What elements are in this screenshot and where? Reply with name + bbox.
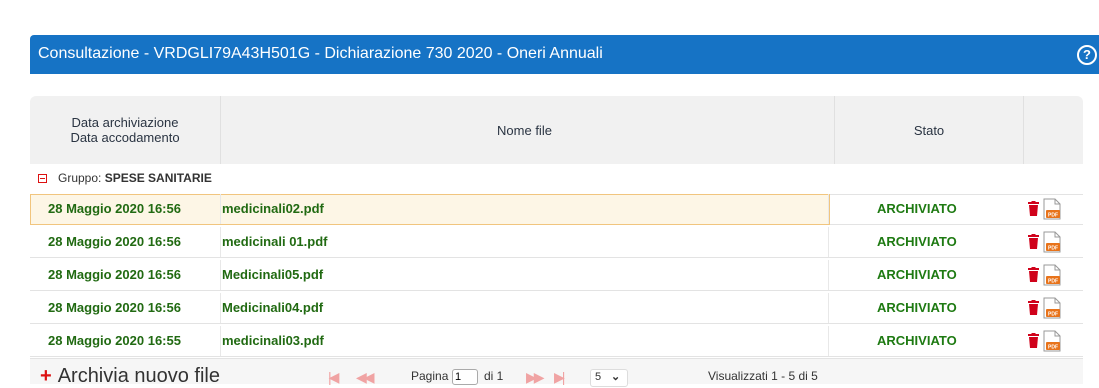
row-date: 28 Maggio 2020 16:56 xyxy=(48,201,181,216)
row-filename: medicinali03.pdf xyxy=(222,333,324,348)
column-header-filename-label: Nome file xyxy=(497,122,552,138)
cell-divider xyxy=(828,194,829,224)
table-row[interactable]: 28 Maggio 2020 16:56 Medicinali05.pdf ARCH… xyxy=(30,260,1083,291)
archive-new-file-button[interactable]: + Archivia nuovo file xyxy=(40,365,220,388)
row-date: 28 Maggio 2020 16:56 xyxy=(48,300,181,315)
trash-icon[interactable] xyxy=(1028,300,1039,315)
files-grid: Data archiviazione Data accodamento Nome… xyxy=(30,96,1083,387)
row-status: ARCHIVIATO xyxy=(877,267,957,282)
column-header-status-label: Stato xyxy=(913,122,945,138)
cell-divider xyxy=(220,227,221,257)
group-row: Gruppo: SPESE SANITARIE xyxy=(30,164,1083,195)
archive-new-file-label: Archivia nuovo file xyxy=(57,365,220,387)
cell-divider xyxy=(220,293,221,323)
next-page-icon[interactable]: ▶▶ xyxy=(526,369,544,386)
pdf-file-icon[interactable]: PDF xyxy=(1043,231,1061,253)
trash-icon[interactable] xyxy=(1028,267,1039,282)
svg-text:PDF: PDF xyxy=(1048,279,1058,285)
collapse-group-icon[interactable] xyxy=(38,174,47,183)
column-header-date-line1: Data archiviazione xyxy=(71,115,179,130)
records-viewed-label: Visualizzati 1 - 5 di 5 xyxy=(708,369,818,383)
cell-divider xyxy=(828,293,829,323)
cell-divider xyxy=(220,326,221,356)
panel-title: Consultazione - VRDGLI79A43H501G - Dichi… xyxy=(38,45,603,62)
svg-text:PDF: PDF xyxy=(1048,246,1058,252)
consultation-panel: Consultazione - VRDGLI79A43H501G - Dichi… xyxy=(30,0,1099,387)
row-status: ARCHIVIATO xyxy=(877,333,957,348)
row-filename: Medicinali04.pdf xyxy=(222,300,324,315)
table-row[interactable]: 28 Maggio 2020 16:56 medicinali 01.pdf ARC… xyxy=(30,227,1083,258)
table-row[interactable]: 28 Maggio 2020 16:56 Medicinali04.pdf ARCH… xyxy=(30,293,1083,324)
row-status: ARCHIVIATO xyxy=(877,201,957,216)
row-status: ARCHIVIATO xyxy=(877,234,957,249)
group-name: SPESE SANITARIE xyxy=(104,171,212,185)
svg-text:PDF: PDF xyxy=(1048,213,1058,219)
column-divider xyxy=(1023,96,1024,164)
pdf-file-icon[interactable]: PDF xyxy=(1043,198,1061,220)
cell-divider xyxy=(828,260,829,290)
row-date: 28 Maggio 2020 16:56 xyxy=(48,234,181,249)
grid-header: Data archiviazione Data accodamento Nome… xyxy=(30,96,1083,164)
row-status: ARCHIVIATO xyxy=(877,300,957,315)
grid-footer: +Archivia nuovo file |◀ ◀◀ Pagina di 1 ▶… xyxy=(30,358,1083,387)
prev-page-icon[interactable]: ◀◀ xyxy=(356,369,374,386)
page-of-label: di 1 xyxy=(484,369,504,383)
first-page-icon[interactable]: |◀ xyxy=(328,369,340,386)
column-header-filename[interactable]: Nome file xyxy=(221,96,828,164)
svg-text:PDF: PDF xyxy=(1048,312,1058,318)
table-row[interactable]: 28 Maggio 2020 16:55 medicinali03.pdf ARCH… xyxy=(30,326,1083,357)
row-date: 28 Maggio 2020 16:55 xyxy=(48,333,181,348)
page-label: Pagina xyxy=(411,369,449,383)
page-size-select[interactable]: 5 ⌄ xyxy=(590,369,628,387)
panel-header: Consultazione - VRDGLI79A43H501G - Dichi… xyxy=(30,35,1099,74)
page-size-value: 5 xyxy=(595,371,602,383)
column-header-status[interactable]: Stato xyxy=(835,96,1023,164)
column-header-date[interactable]: Data archiviazione Data accodamento xyxy=(30,96,220,164)
group-prefix: Gruppo: xyxy=(58,171,102,185)
row-date: 28 Maggio 2020 16:56 xyxy=(48,267,181,282)
trash-icon[interactable] xyxy=(1028,234,1039,249)
trash-icon[interactable] xyxy=(1028,201,1039,216)
last-page-icon[interactable]: ▶| xyxy=(554,369,566,386)
cell-divider xyxy=(220,260,221,290)
row-filename: Medicinali05.pdf xyxy=(222,267,324,282)
chevron-down-icon: ⌄ xyxy=(611,371,621,383)
help-icon[interactable]: ? xyxy=(1077,45,1097,65)
pdf-file-icon[interactable]: PDF xyxy=(1043,330,1061,352)
cell-divider xyxy=(828,227,829,257)
group-label: Gruppo: SPESE SANITARIE xyxy=(58,171,212,185)
svg-text:PDF: PDF xyxy=(1048,345,1058,351)
trash-icon[interactable] xyxy=(1028,333,1039,348)
cell-divider xyxy=(220,194,221,224)
cell-divider xyxy=(828,326,829,356)
row-filename: medicinali02.pdf xyxy=(222,201,324,216)
table-row[interactable]: 28 Maggio 2020 16:56 medicinali02.pdf ARCH… xyxy=(30,194,1083,225)
pdf-file-icon[interactable]: PDF xyxy=(1043,297,1061,319)
plus-icon: + xyxy=(40,365,52,387)
pdf-file-icon[interactable]: PDF xyxy=(1043,264,1061,286)
row-filename: medicinali 01.pdf xyxy=(222,234,328,249)
column-header-date-line2: Data accodamento xyxy=(70,130,180,145)
